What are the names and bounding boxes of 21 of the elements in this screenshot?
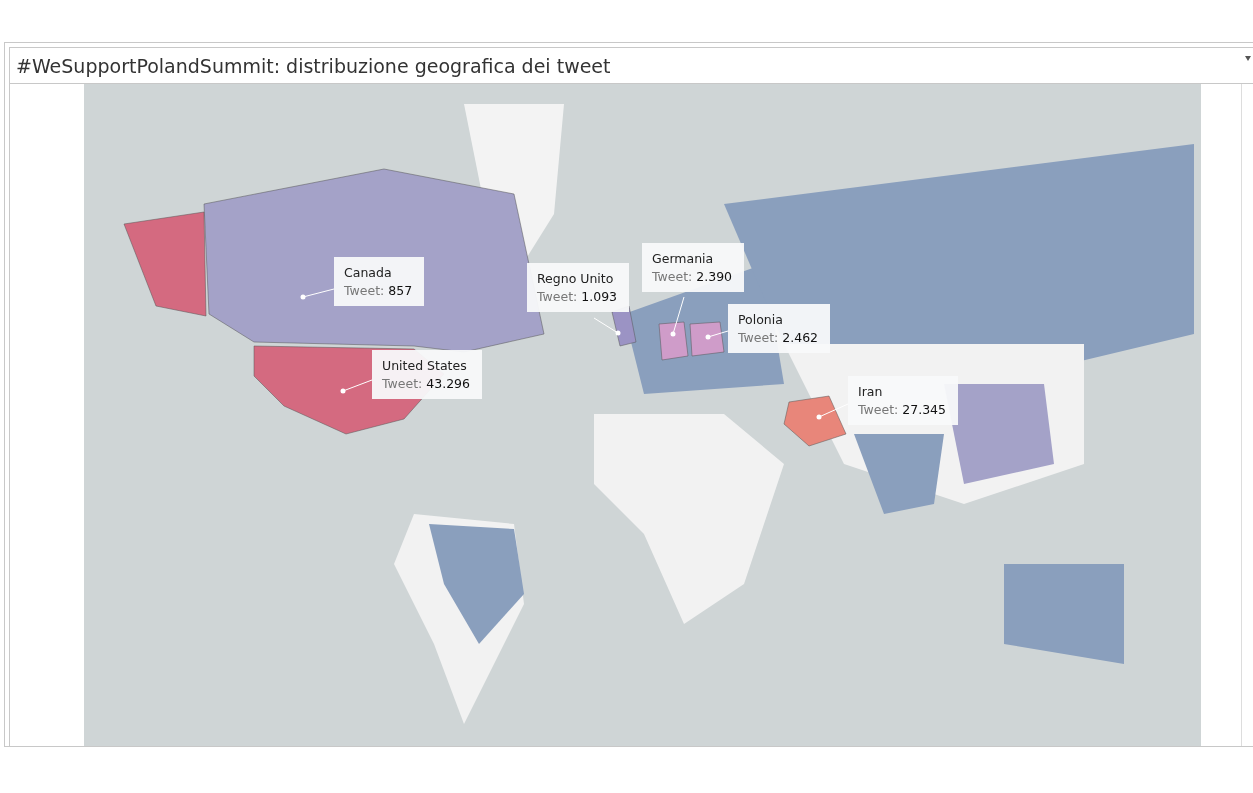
leader-line <box>670 296 685 337</box>
country-name: Regno Unito <box>537 271 615 286</box>
dashboard-title: #WeSupportPolandSummit: distribuzione geografica dei tweet <box>16 54 611 77</box>
leader-line <box>593 317 621 336</box>
tweet-count: Tweet: 1.093 <box>537 289 618 304</box>
leader-line <box>816 403 849 420</box>
tweet-count: Tweet: 2.390 <box>652 269 733 284</box>
tweet-count: Tweet: 2.462 <box>738 330 819 345</box>
tweet-count: Tweet: 27.345 <box>858 402 947 417</box>
leader-line <box>705 330 729 340</box>
country-name: United States <box>382 358 468 373</box>
country-name: Canada <box>344 265 393 280</box>
country-name: Germania <box>652 251 715 266</box>
caret-icon[interactable] <box>1245 56 1251 61</box>
country-name: Polonia <box>738 312 784 327</box>
tweet-count: Tweet: 857 <box>344 283 413 298</box>
world-map[interactable]: Canada Tweet: 857 United States Tweet: 43.296 Regno Unito Tweet: 1.093 Germania Tweet: 2.390 Polonia Tweet: 2.462 Iran Tweet: 27.345 <box>84 84 1201 746</box>
country-name: Iran <box>858 384 884 399</box>
leader-line <box>340 379 373 394</box>
leader-line <box>300 288 335 300</box>
tweet-count: Tweet: 43.296 <box>382 376 471 391</box>
